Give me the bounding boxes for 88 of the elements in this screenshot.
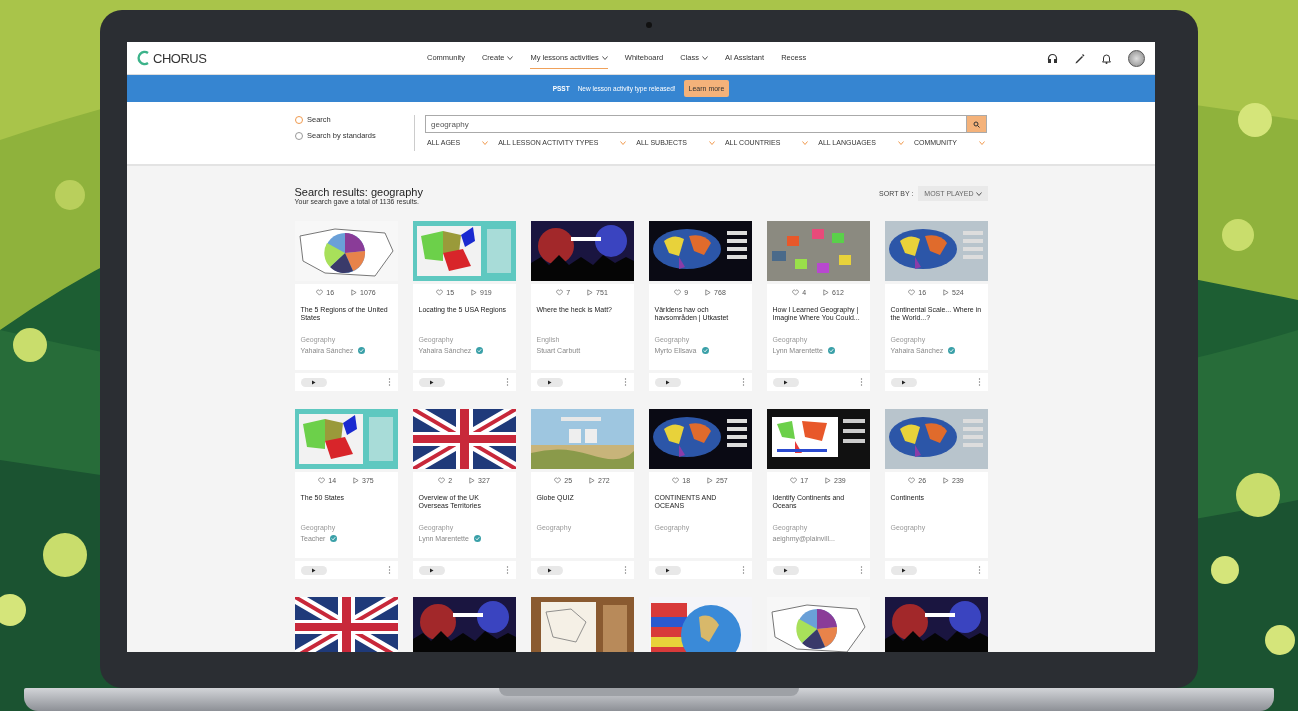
heart-icon	[318, 476, 326, 484]
search-icon	[973, 120, 980, 128]
play-icon	[311, 379, 316, 385]
play-icon	[901, 379, 906, 385]
play-button[interactable]	[654, 565, 681, 575]
caret-icon	[975, 191, 982, 196]
more-options-icon[interactable]	[387, 378, 391, 386]
play-icon	[783, 379, 788, 385]
play-button[interactable]	[890, 565, 917, 575]
decorative-dot	[1238, 103, 1272, 137]
more-options-icon[interactable]	[977, 378, 981, 386]
heart-icon	[438, 476, 446, 484]
play-icon	[665, 379, 670, 385]
headphones-icon	[1047, 52, 1058, 64]
play-icon	[824, 476, 832, 484]
heart-icon	[672, 476, 680, 484]
more-options-icon[interactable]	[977, 566, 981, 574]
play-button[interactable]	[772, 565, 799, 575]
results-heading: Search results: geography	[294, 186, 423, 198]
play-button[interactable]	[418, 377, 445, 387]
play-icon	[547, 567, 552, 573]
search-button[interactable]	[967, 115, 987, 133]
heart-icon	[316, 288, 324, 296]
play-button[interactable]	[890, 377, 917, 387]
caret-icon	[802, 140, 809, 145]
play-icon	[547, 379, 552, 385]
play-icon	[706, 476, 714, 484]
brand-name: CHORUS	[153, 50, 207, 66]
play-button[interactable]	[300, 377, 327, 387]
heart-icon	[674, 288, 682, 296]
more-options-icon[interactable]	[505, 378, 509, 386]
play-icon	[783, 567, 788, 573]
play-icon	[942, 476, 950, 484]
heart-icon	[556, 288, 564, 296]
more-options-icon[interactable]	[741, 378, 745, 386]
logo-icon	[137, 50, 151, 66]
more-options-icon[interactable]	[741, 566, 745, 574]
play-button[interactable]	[772, 377, 799, 387]
play-button[interactable]	[654, 377, 681, 387]
camera-icon	[646, 22, 652, 28]
play-icon	[588, 476, 596, 484]
play-icon	[352, 476, 360, 484]
heart-icon	[908, 288, 916, 296]
decorative-dot	[43, 533, 87, 577]
caret-icon	[482, 140, 489, 145]
caret-icon	[708, 140, 715, 145]
user-avatar[interactable]	[1128, 49, 1145, 67]
play-icon	[942, 288, 950, 296]
play-icon	[429, 567, 434, 573]
more-options-icon[interactable]	[387, 566, 391, 574]
play-icon	[822, 288, 830, 296]
radio-button[interactable]	[295, 131, 303, 140]
caret-icon	[978, 140, 985, 145]
heart-icon	[436, 288, 444, 296]
radio-button[interactable]	[295, 115, 303, 124]
pen-icon	[1074, 52, 1085, 64]
play-icon	[350, 288, 358, 296]
decorative-dot	[1222, 219, 1254, 251]
play-icon	[429, 379, 434, 385]
more-options-icon[interactable]	[859, 566, 863, 574]
play-button[interactable]	[300, 565, 327, 575]
more-options-icon[interactable]	[623, 378, 627, 386]
heart-icon	[908, 476, 916, 484]
more-options-icon[interactable]	[505, 566, 509, 574]
more-options-icon[interactable]	[623, 566, 627, 574]
play-button[interactable]	[536, 565, 563, 575]
caret-icon	[620, 140, 627, 145]
bell-icon	[1101, 52, 1112, 64]
decorative-dot	[1265, 625, 1295, 655]
play-icon	[311, 567, 316, 573]
play-icon	[468, 476, 476, 484]
more-options-icon[interactable]	[859, 378, 863, 386]
play-icon	[470, 288, 478, 296]
decorative-dot	[1236, 473, 1280, 517]
play-icon	[704, 288, 712, 296]
heart-icon	[554, 476, 562, 484]
play-icon	[665, 567, 670, 573]
decorative-dot	[55, 180, 85, 210]
decorative-dot	[1211, 556, 1239, 584]
decorative-dot	[13, 328, 47, 362]
caret-icon	[897, 140, 904, 145]
play-icon	[586, 288, 594, 296]
play-button[interactable]	[536, 377, 563, 387]
heart-icon	[790, 476, 798, 484]
play-icon	[901, 567, 906, 573]
play-button[interactable]	[418, 565, 445, 575]
search-field[interactable]: geography	[425, 115, 967, 133]
heart-icon	[792, 288, 800, 296]
